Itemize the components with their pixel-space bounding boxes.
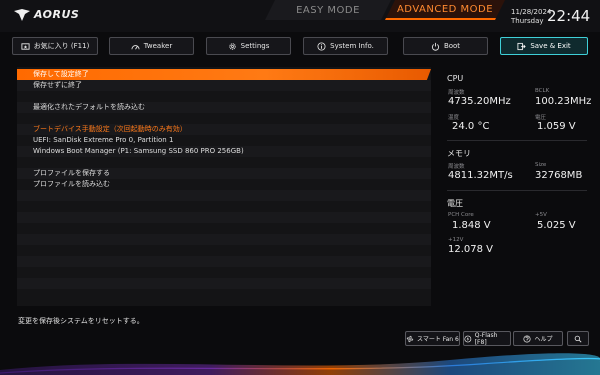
menu-section-boot-override: ブートデバイス手動設定（次回起動時のみ有効） [17, 124, 431, 135]
cpu-freq-label: 周波数 [448, 90, 465, 96]
clock-time: 22:44 [547, 7, 591, 25]
divider [447, 140, 587, 141]
decorative-glow [0, 350, 600, 375]
search-icon [574, 335, 582, 343]
tab-save-exit-label: Save & Exit [530, 42, 571, 50]
cpu-volt-value: 1.059 V [537, 121, 576, 132]
main-nav: お気に入り (F11) Tweaker Settings System Info… [8, 37, 594, 55]
cpu-temp-label: 温度 [448, 115, 460, 121]
menu-item-boot-windows-manager[interactable]: Windows Boot Manager (P1: Samsung SSD 86… [17, 146, 431, 157]
tab-tweaker-label: Tweaker [143, 42, 173, 50]
menu-row-empty [17, 267, 431, 278]
pch-core-value: 1.848 V [452, 220, 491, 231]
menu-item-boot-uefi-sandisk[interactable]: UEFI: SanDisk Extreme Pro 0, Partition 1 [17, 135, 431, 146]
exit-icon [517, 42, 526, 50]
menu-row-empty [17, 256, 431, 267]
menu-row-empty [17, 223, 431, 234]
tab-boot[interactable]: Boot [403, 37, 488, 55]
cpu-heading: CPU [447, 74, 464, 83]
menu-row-empty [17, 157, 431, 168]
memory-size-value: 32768MB [535, 170, 583, 181]
menu-row-empty [17, 190, 431, 201]
menu-item-load-optimized-defaults[interactable]: 最適化されたデフォルトを読み込む [17, 102, 431, 113]
memory-heading: メモリ [447, 149, 471, 158]
p5v-label: +5V [535, 212, 547, 218]
easy-mode-tab[interactable]: EASY MODE [265, 0, 391, 20]
memory-freq-value: 4811.32MT/s [448, 170, 513, 181]
smart-fan-label: スマート Fan 6 [F6] [417, 336, 459, 343]
divider [447, 190, 587, 191]
p5v-value: 5.025 V [537, 220, 576, 231]
advanced-mode-tab[interactable]: ADVANCED MODE [385, 0, 505, 20]
search-button[interactable] [567, 331, 589, 346]
menu-row-empty [17, 289, 431, 300]
qflash-label: Q-Flash [F8] [474, 331, 498, 346]
date-text: 11/28/2024 [511, 8, 552, 16]
help-icon [523, 334, 532, 343]
help-label: ヘルプ [534, 336, 553, 343]
folder-star-icon [21, 42, 30, 50]
info-icon [317, 41, 326, 51]
save-exit-menu-panel: 保存して設定終了 保存せずに終了 最適化されたデフォルトを読み込む ブートデバイ… [17, 67, 431, 306]
memory-size-label: Size [535, 162, 547, 168]
voltage-heading: 電圧 [447, 199, 463, 208]
cpu-volt-label: 電圧 [535, 115, 547, 121]
memory-freq-label: 周波数 [448, 164, 465, 170]
tab-tweaker[interactable]: Tweaker [109, 37, 194, 55]
menu-item-exit-without-saving[interactable]: 保存せずに終了 [17, 80, 431, 91]
tab-boot-label: Boot [443, 42, 461, 50]
menu-row-empty [17, 201, 431, 212]
date-display: 11/28/2024 Thursday [511, 8, 551, 26]
menu-item-save-and-exit[interactable]: 保存して設定終了 [17, 69, 431, 80]
bclk-label: BCLK [535, 88, 550, 94]
menu-item-save-profile[interactable]: プロファイルを保存する [17, 168, 431, 179]
qflash-icon [464, 335, 472, 342]
status-help-text: 変更を保存後システムをリセットする。 [18, 317, 144, 325]
smart-fan-button[interactable]: スマート Fan 6 [F6] [405, 331, 460, 346]
tab-system-info[interactable]: System Info. [303, 37, 388, 55]
menu-row-empty [17, 113, 431, 124]
speedometer-icon [131, 44, 140, 49]
aorus-logo: AORUS [14, 8, 79, 21]
tab-favorites-label: お気に入り (F11) [33, 42, 90, 50]
eagle-logo-icon [14, 8, 30, 21]
p12v-label: +12V [448, 237, 464, 243]
day-text: Thursday [511, 17, 544, 25]
pch-core-label: PCH Core [448, 212, 474, 218]
power-icon [431, 42, 440, 51]
tab-save-exit[interactable]: Save & Exit [500, 37, 588, 55]
help-button[interactable]: ヘルプ [513, 331, 563, 346]
cpu-temp-value: 24.0 °C [452, 121, 490, 132]
menu-row-empty [17, 212, 431, 223]
cpu-freq-value: 4735.20MHz [448, 96, 511, 107]
qflash-button[interactable]: Q-Flash [F8] [463, 331, 511, 346]
fan-icon [406, 335, 414, 342]
tab-settings-label: Settings [240, 42, 270, 50]
menu-item-load-profile[interactable]: プロファイルを読み込む [17, 179, 431, 190]
tab-settings[interactable]: Settings [206, 37, 291, 55]
menu-row-empty [17, 234, 431, 245]
top-bar: AORUS EASY MODE ADVANCED MODE 11/28/2024… [0, 0, 600, 32]
menu-row-empty [17, 245, 431, 256]
tab-system-info-label: System Info. [330, 42, 374, 50]
gear-icon [228, 42, 236, 50]
tab-favorites[interactable]: お気に入り (F11) [12, 37, 98, 55]
menu-row-empty [17, 278, 431, 289]
bclk-value: 100.23MHz [535, 96, 592, 107]
logo-text: AORUS [34, 8, 80, 21]
p12v-value: 12.078 V [448, 244, 494, 255]
menu-row-empty [17, 91, 431, 102]
